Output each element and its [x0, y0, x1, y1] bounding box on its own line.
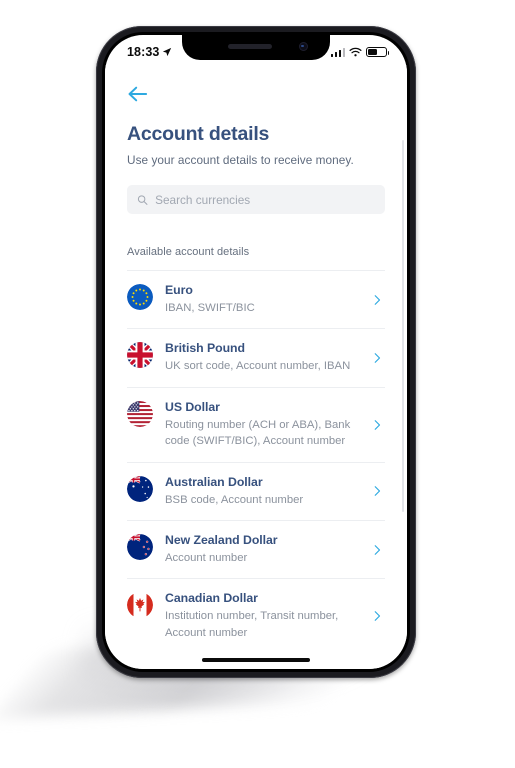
list-item-text: British Pound UK sort code, Account numb…: [165, 341, 385, 374]
list-item-text: New Zealand Dollar Account number: [165, 533, 385, 566]
screen-content: Account details Use your account details…: [105, 65, 407, 669]
currency-details: Account number: [165, 551, 248, 564]
search-icon: [137, 194, 148, 205]
earpiece-speaker: [228, 44, 272, 49]
currency-list: Euro IBAN, SWIFT/BIC British Pound UK so…: [127, 270, 385, 653]
chevron-right-icon: [374, 419, 381, 430]
back-arrow-icon: [128, 86, 148, 102]
cellular-signal-icon: [330, 47, 345, 57]
chevron-right-icon: [374, 353, 381, 363]
flag-united-states-icon: [127, 400, 153, 427]
currency-name: US Dollar: [165, 399, 220, 414]
currency-name: British Pound: [165, 341, 245, 356]
location-arrow-icon: [163, 47, 172, 57]
currency-name: New Zealand Dollar: [165, 532, 278, 547]
list-item-british-pound[interactable]: British Pound UK sort code, Account numb…: [127, 328, 385, 386]
list-item-australian-dollar[interactable]: Australian Dollar BSB code, Account numb…: [127, 461, 385, 520]
vertical-scrollbar[interactable]: [401, 140, 404, 512]
currency-name: Euro: [165, 283, 193, 297]
search-input[interactable]: [155, 192, 375, 207]
page-subtitle: Use your account details to receive mone…: [127, 153, 354, 167]
currency-details: Routing number (ACH or ABA), Bank code (…: [165, 418, 351, 448]
list-item-us-dollar[interactable]: US Dollar Routing number (ACH or ABA), B…: [127, 386, 385, 462]
section-label-available-account-details: Available account details: [127, 246, 250, 258]
status-bar-indicators: [330, 46, 390, 58]
currency-details: BSB code, Account number: [165, 493, 304, 506]
list-item-canadian-dollar[interactable]: Canadian Dollar Institution number, Tran…: [127, 578, 385, 653]
back-button[interactable]: [127, 81, 153, 107]
chevron-right-icon: [374, 544, 381, 555]
list-item-new-zealand-dollar[interactable]: New Zealand Dollar Account number: [127, 519, 385, 578]
phone-bezel: 18:33 Account details Use your account d…: [102, 32, 410, 672]
flag-european-union-icon: [127, 284, 153, 310]
flag-new-zealand-icon: [127, 533, 153, 560]
app-viewport: Account details Use your account details…: [105, 65, 407, 669]
chevron-right-icon: [374, 294, 381, 305]
currency-details: Institution number, Transit number, Acco…: [165, 610, 339, 639]
chevron-right-icon: [374, 611, 381, 621]
currency-name: Australian Dollar: [165, 474, 263, 489]
chevron-right-icon: [374, 486, 381, 497]
search-currencies-field[interactable]: [127, 185, 385, 214]
flag-united-kingdom-icon: [127, 342, 153, 369]
device-notch: [182, 35, 330, 60]
flag-canada-icon: [127, 592, 153, 619]
currency-details: UK sort code, Account number, IBAN: [165, 360, 351, 373]
home-indicator: [202, 658, 310, 662]
list-item-text: Canadian Dollar Institution number, Tran…: [165, 591, 385, 641]
page-title: Account details: [127, 123, 270, 145]
list-item-text: Euro IBAN, SWIFT/BIC: [165, 283, 385, 316]
list-item-text: US Dollar Routing number (ACH or ABA), B…: [165, 400, 385, 450]
currency-name: Canadian Dollar: [165, 591, 258, 606]
front-camera: [299, 42, 308, 51]
list-item-euro[interactable]: Euro IBAN, SWIFT/BIC: [127, 270, 385, 328]
status-bar-time: 18:33: [127, 45, 160, 59]
phone-screen: 18:33 Account details Use your account d…: [105, 35, 407, 669]
wifi-icon: [349, 47, 362, 56]
battery-icon: [366, 46, 390, 58]
status-bar-time-group: 18:33: [127, 45, 172, 59]
currency-details: IBAN, SWIFT/BIC: [165, 302, 255, 314]
list-item-text: Australian Dollar BSB code, Account numb…: [165, 475, 385, 508]
phone-device-frame: 18:33 Account details Use your account d…: [96, 26, 416, 678]
flag-australia-icon: [127, 475, 153, 502]
screenshot-stage: 18:33 Account details Use your account d…: [0, 0, 515, 768]
